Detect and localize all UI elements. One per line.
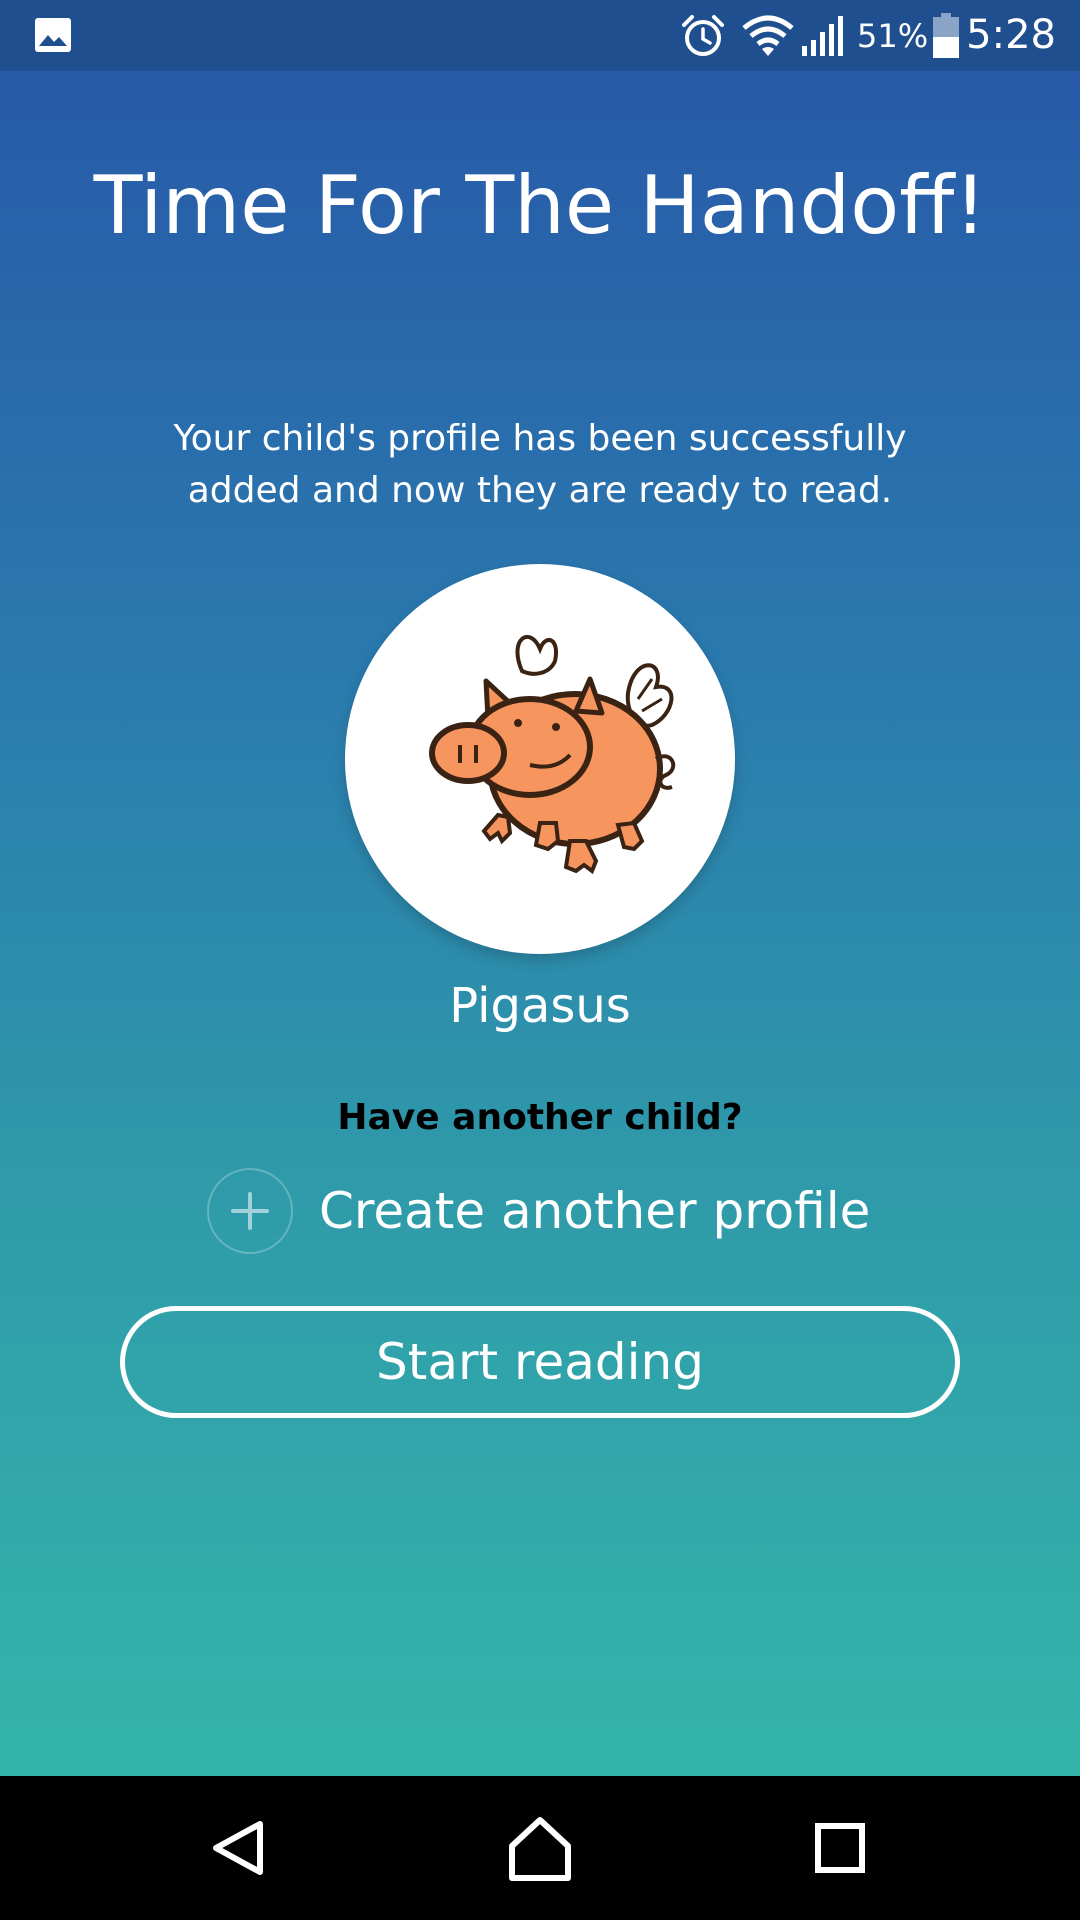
status-bar: 51% 5:28 <box>0 0 1080 71</box>
profile-name: Pigasus <box>449 978 631 1034</box>
main-content: Time For The Handoff! Your child's profi… <box>0 71 1080 1776</box>
battery-icon <box>933 13 959 58</box>
create-profile-label: Create another profile <box>319 1182 871 1240</box>
create-profile-button[interactable]: Create another profile <box>207 1166 870 1256</box>
wifi-icon <box>742 15 794 56</box>
flying-pig-icon <box>429 635 676 875</box>
page-subtitle: Your child's profile has been successful… <box>173 418 907 511</box>
navigation-bar <box>0 1776 1080 1920</box>
recents-icon[interactable] <box>800 1808 880 1888</box>
another-child-prompt: Have another child? <box>337 1097 743 1138</box>
page-title: Time For The Handoff! <box>93 159 987 252</box>
clock: 5:28 <box>966 12 1056 58</box>
profile-avatar <box>345 564 735 954</box>
add-circle[interactable] <box>207 1168 293 1254</box>
gallery-icon <box>35 18 71 52</box>
battery-percent: 51% <box>857 17 929 55</box>
home-icon[interactable] <box>500 1808 580 1888</box>
plus-icon <box>231 1192 269 1230</box>
back-icon[interactable] <box>200 1808 280 1888</box>
signal-icon <box>802 16 843 56</box>
screen: 51% 5:28 Time For The Handoff! Your chil… <box>0 0 1080 1920</box>
start-reading-button[interactable]: Start reading <box>120 1306 960 1418</box>
alarm-icon <box>682 15 724 56</box>
